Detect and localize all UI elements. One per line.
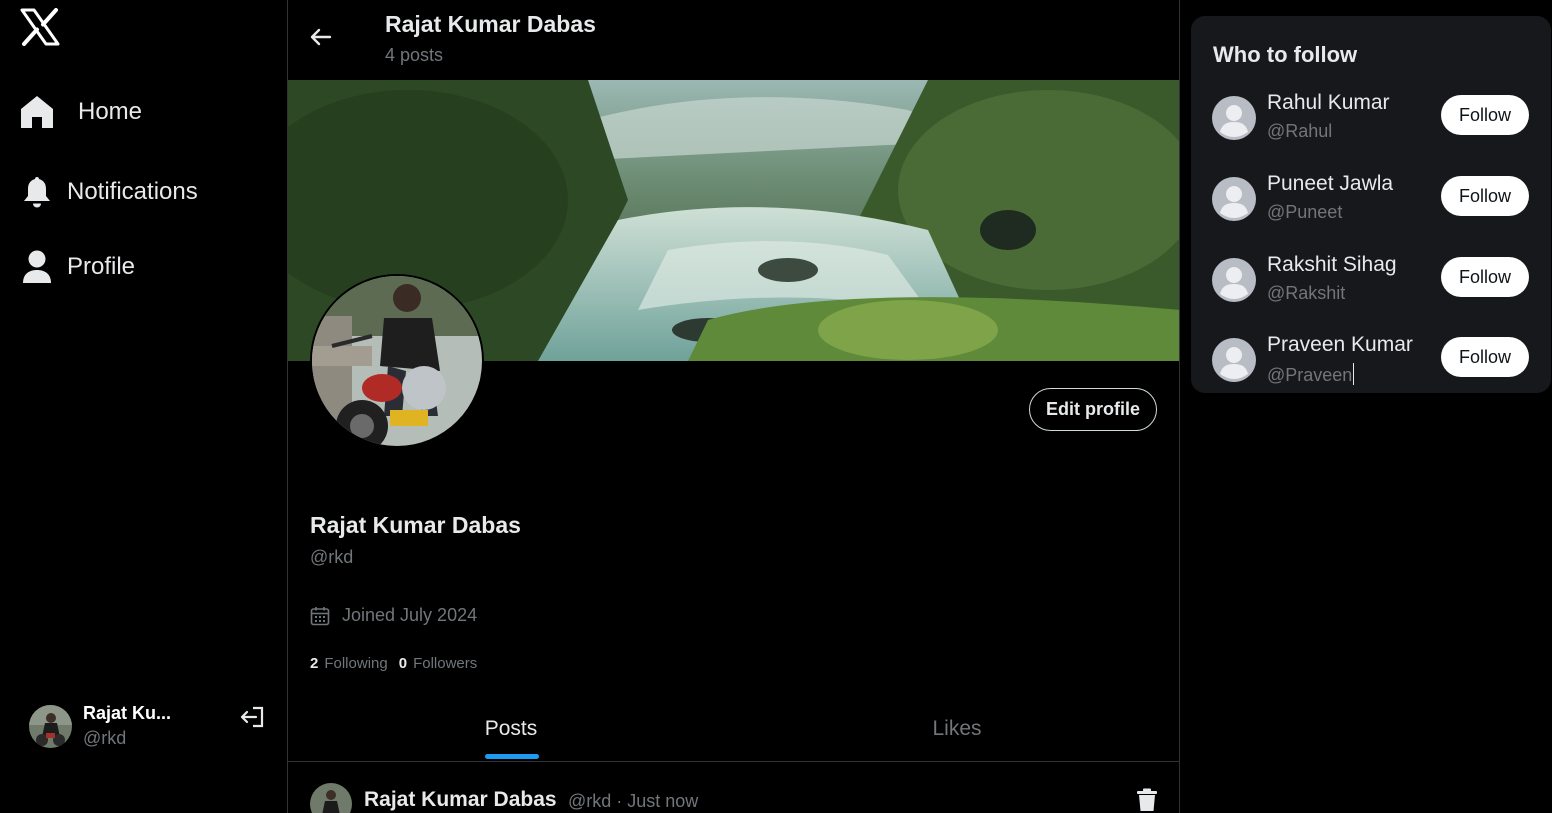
calendar-icon	[310, 606, 330, 626]
post-meta: @rkd · Just now	[568, 791, 699, 811]
account-text: Rajat Ku... @rkd	[83, 701, 171, 751]
account-name: Rajat Ku...	[83, 703, 172, 723]
nav-home-label: Home	[78, 98, 143, 125]
follow-suggestion: Rakshit Sihag @Rakshit Follow	[1191, 253, 1551, 318]
account-switcher[interactable]: Rajat Ku... @rkd	[29, 702, 269, 750]
trash-icon[interactable]	[1136, 788, 1158, 812]
follow-button[interactable]: Follow	[1441, 95, 1529, 135]
profile-main: Rajat Kumar Dabas 4 posts Edit profile R…	[287, 0, 1180, 813]
suggestion-name[interactable]: Rahul Kumar	[1267, 91, 1390, 115]
follow-button[interactable]: Follow	[1441, 257, 1529, 297]
nav-profile[interactable]: Profile	[20, 250, 135, 284]
back-arrow-icon[interactable]	[306, 22, 336, 52]
profile-name: Rajat Kumar Dabas	[310, 512, 521, 538]
follow-suggestion: Praveen Kumar @Praveen Follow	[1191, 333, 1551, 398]
tab-posts[interactable]: Posts	[288, 700, 734, 762]
bell-icon	[20, 175, 54, 209]
suggestion-handle: @Puneet	[1267, 202, 1343, 222]
app-root: Home Notifications Profile Rajat Ku... @…	[0, 0, 1552, 813]
suggestion-handle: @Rahul	[1267, 121, 1333, 141]
tab-likes-label: Likes	[932, 717, 982, 740]
header-name: Rajat Kumar Dabas	[385, 11, 596, 37]
follow-button[interactable]: Follow	[1441, 337, 1529, 377]
account-handle: @rkd	[83, 728, 127, 748]
joined-date: Joined July 2024	[310, 605, 477, 626]
profile-handle: @rkd	[310, 547, 354, 567]
nav-home[interactable]: Home	[20, 95, 142, 129]
nav-profile-label: Profile	[67, 253, 136, 280]
suggestion-handle: @Rakshit	[1267, 283, 1346, 303]
avatar[interactable]	[310, 783, 352, 813]
tab-likes[interactable]: Likes	[734, 700, 1179, 762]
logout-icon[interactable]	[239, 704, 265, 730]
profile-tabs: Posts Likes	[288, 700, 1179, 762]
avatar	[29, 704, 72, 748]
post-author-name[interactable]: Rajat Kumar Dabas	[364, 788, 557, 812]
who-to-follow-panel: Who to follow Rahul Kumar @Rahul Follow	[1191, 16, 1551, 393]
following-link[interactable]: 2 Following	[310, 655, 388, 672]
suggestion-handle: @Praveen	[1267, 363, 1355, 386]
post-item[interactable]: Rajat Kumar Dabas @rkd · Just now	[288, 763, 1179, 813]
edit-profile-button[interactable]: Edit profile	[1029, 388, 1157, 431]
default-avatar-icon[interactable]	[1212, 96, 1256, 140]
suggestion-name[interactable]: Praveen Kumar	[1267, 333, 1413, 357]
following-label: Following	[324, 655, 388, 672]
default-avatar-icon[interactable]	[1212, 177, 1256, 221]
header-post-count: 4 posts	[385, 45, 444, 65]
follow-button[interactable]: Follow	[1441, 176, 1529, 216]
suggestion-name[interactable]: Rakshit Sihag	[1267, 253, 1397, 277]
joined-text: Joined July 2024	[342, 605, 478, 625]
nav-notifications[interactable]: Notifications	[20, 175, 198, 209]
left-sidebar: Home Notifications Profile Rajat Ku... @…	[0, 0, 287, 813]
nav-notifications-label: Notifications	[67, 178, 198, 205]
following-count: 2	[310, 655, 319, 672]
followers-count: 0	[398, 655, 408, 672]
user-icon	[20, 250, 54, 284]
who-to-follow-title: Who to follow	[1213, 42, 1358, 67]
follow-suggestion: Puneet Jawla @Puneet Follow	[1191, 172, 1551, 237]
active-tab-indicator	[485, 754, 539, 759]
followers-link[interactable]: 0 Followers	[399, 655, 478, 672]
suggestion-handle-text: @Praveen	[1267, 365, 1353, 385]
default-avatar-icon[interactable]	[1212, 338, 1256, 382]
suggestion-name[interactable]: Puneet Jawla	[1267, 172, 1393, 196]
x-logo-icon[interactable]	[20, 8, 60, 46]
text-cursor	[1353, 363, 1355, 385]
default-avatar-icon[interactable]	[1212, 258, 1256, 302]
home-icon	[20, 95, 54, 129]
follow-stats: 2 Following 0 Followers	[310, 655, 488, 672]
follow-suggestion: Rahul Kumar @Rahul Follow	[1191, 91, 1551, 156]
profile-avatar[interactable]	[310, 274, 484, 448]
followers-label: Followers	[413, 655, 478, 672]
